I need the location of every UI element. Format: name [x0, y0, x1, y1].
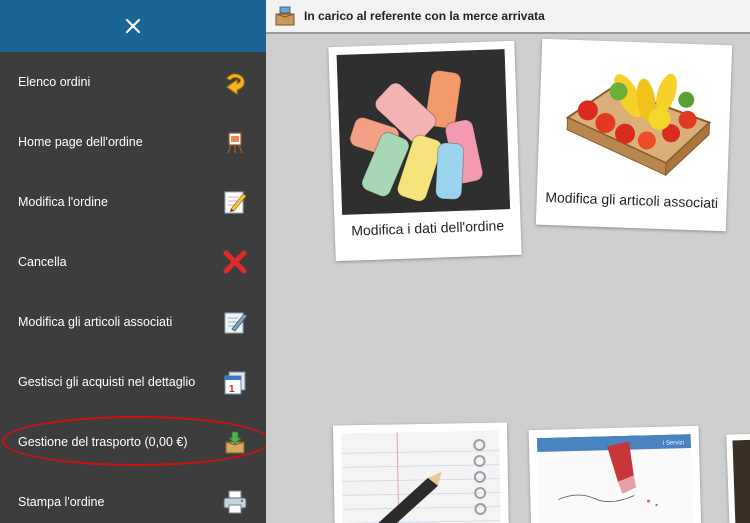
card-caption: Modifica i dati dell'ordine: [351, 217, 505, 239]
sidebar-item-elenco-ordini[interactable]: Elenco ordini: [0, 52, 266, 112]
delivery-box-icon: [274, 5, 296, 27]
sidebar-item-label: Modifica gli articoli associati: [18, 315, 173, 329]
sidebar-item-cancella[interactable]: Cancella: [0, 232, 266, 292]
sidebar-item-label: Cancella: [18, 255, 67, 269]
sidebar-item-stampa-ordine[interactable]: Stampa l'ordine: [0, 472, 266, 523]
sidebar-item-gestisci-acquisti[interactable]: Gestisci gli acquisti nel dettaglio 1: [0, 352, 266, 412]
sidebar-item-modifica-articoli[interactable]: Modifica gli articoli associati: [0, 292, 266, 352]
sidebar-item-label: Elenco ordini: [18, 75, 91, 89]
edit-document-icon: [220, 307, 250, 337]
sidebar-item-label: Gestisci gli acquisti nel dettaglio: [18, 375, 196, 389]
card-modifica-articoli[interactable]: Modifica gli articoli associati: [535, 38, 733, 232]
eraser-photo: i Servizi: [536, 434, 694, 523]
card-partial[interactable]: [726, 433, 750, 523]
return-arrow-icon: [220, 67, 250, 97]
page-header: In carico al referente con la merce arri…: [266, 0, 750, 34]
card-eraser[interactable]: i Servizi: [528, 425, 702, 523]
sidebar-item-modifica-ordine[interactable]: Modifica l'ordine: [0, 172, 266, 232]
card-caption: Modifica gli articoli associati: [545, 188, 719, 211]
notepad-pencil-icon: [220, 187, 250, 217]
sidebar-item-label: Home page dell'ordine: [18, 135, 143, 149]
sidebar-item-home-ordine[interactable]: Home page dell'ordine: [0, 112, 266, 172]
sidebar-item-gestione-trasporto[interactable]: Gestione del trasporto (0,00 €): [0, 412, 266, 472]
main-content: Modifica i dati dell'ordine Modifica gli…: [266, 36, 750, 523]
chalk-photo: [336, 49, 511, 215]
red-x-icon: [220, 247, 250, 277]
printer-icon: [220, 487, 250, 517]
eraser-photo-text: i Servizi: [663, 440, 684, 447]
partial-photo: [732, 439, 750, 523]
sidebar: Elenco ordini Home page dell'ordine Modi…: [0, 0, 266, 523]
svg-text:1: 1: [229, 384, 235, 395]
easel-icon: [220, 127, 250, 157]
close-icon: [125, 18, 141, 34]
card-notebook[interactable]: [332, 422, 510, 523]
box-download-icon: [220, 427, 250, 457]
sidebar-item-label: Stampa l'ordine: [18, 495, 105, 509]
close-sidebar-button[interactable]: [0, 0, 266, 52]
sidebar-item-label: Modifica l'ordine: [18, 195, 108, 209]
calendar-stack-icon: 1: [220, 367, 250, 397]
notebook-pencil-photo: [341, 430, 501, 523]
sidebar-item-label: Gestione del trasporto (0,00 €): [18, 435, 188, 449]
fruit-crate-photo: [545, 47, 722, 183]
card-modifica-dati[interactable]: Modifica i dati dell'ordine: [328, 40, 522, 262]
page-title: In carico al referente con la merce arri…: [304, 9, 545, 23]
